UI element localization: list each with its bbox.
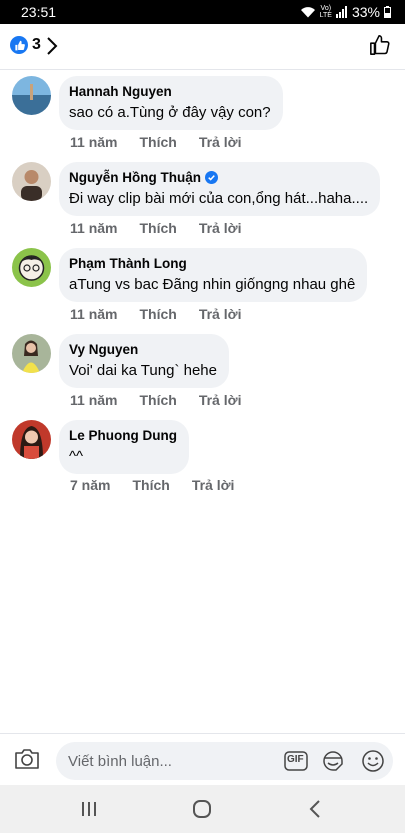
comment-text: Đi way clip bài mới của con,ổng hát...ha… bbox=[69, 190, 369, 207]
avatar[interactable] bbox=[12, 334, 51, 373]
reply-link[interactable]: Trả lời bbox=[199, 392, 242, 408]
comment-time[interactable]: 11 năm bbox=[70, 306, 117, 322]
comment-author-row: Nguyễn Hồng Thuận bbox=[69, 170, 368, 185]
gif-label: GIF bbox=[287, 754, 304, 765]
comment-author[interactable]: Le Phuong Dung bbox=[69, 428, 177, 443]
comment-bubble[interactable]: Phạm Thành Long aTung vs bac Đãng nhin g… bbox=[59, 248, 368, 302]
like-link[interactable]: Thích bbox=[132, 477, 169, 493]
signal-icon bbox=[335, 6, 347, 18]
comment-author[interactable]: Hannah Nguyen bbox=[69, 84, 271, 99]
comment-actions: 11 năm Thích Trả lời bbox=[70, 220, 263, 236]
system-nav-bar bbox=[0, 785, 405, 833]
reply-link[interactable]: Trả lời bbox=[199, 220, 242, 236]
like-count: 3 bbox=[32, 36, 41, 53]
thumbs-up-icon bbox=[10, 36, 28, 54]
emoji-icon[interactable] bbox=[361, 749, 385, 773]
comments-header: 3 bbox=[0, 24, 405, 70]
comment-text: sao có a.Tùng ở đây vậy con? bbox=[69, 104, 271, 121]
like-link[interactable]: Thích bbox=[139, 134, 176, 150]
comment-composer: GIF bbox=[0, 733, 405, 785]
status-icons: Vo) LTE 33% bbox=[300, 4, 391, 20]
network-label: Vo) LTE bbox=[319, 5, 332, 19]
recents-icon[interactable] bbox=[80, 799, 98, 819]
wifi-icon bbox=[300, 7, 315, 18]
like-link[interactable]: Thích bbox=[139, 306, 176, 322]
gif-icon[interactable]: GIF bbox=[284, 751, 308, 776]
status-bar: 23:51 Vo) LTE 33% bbox=[0, 0, 405, 24]
like-link[interactable]: Thích bbox=[139, 220, 176, 236]
avatar[interactable] bbox=[12, 162, 51, 201]
comment-time[interactable]: 11 năm bbox=[70, 220, 117, 236]
avatar[interactable] bbox=[12, 420, 51, 459]
comment-bubble[interactable]: Hannah Nguyen sao có a.Tùng ở đây vậy co… bbox=[59, 76, 283, 130]
avatar[interactable] bbox=[12, 248, 51, 287]
reply-link[interactable]: Trả lời bbox=[199, 306, 242, 322]
reaction-summary[interactable]: 3 bbox=[10, 36, 41, 54]
comment-bubble[interactable]: Le Phuong Dung ^^ bbox=[59, 420, 189, 474]
comment-bubble[interactable]: Vy Nguyen Voi' dai ka Tung` hehe bbox=[59, 334, 229, 388]
chevron-right-icon[interactable] bbox=[46, 36, 58, 56]
reply-link[interactable]: Trả lời bbox=[192, 477, 235, 493]
comment-text: Voi' dai ka Tung` hehe bbox=[69, 362, 217, 379]
comment-actions: 11 năm Thích Trả lời bbox=[70, 134, 263, 150]
home-icon[interactable] bbox=[192, 799, 212, 819]
sticker-icon[interactable] bbox=[321, 749, 345, 773]
battery-percent: 33% bbox=[351, 4, 380, 20]
thumbs-up-outline-icon[interactable] bbox=[369, 34, 391, 56]
camera-icon[interactable] bbox=[14, 748, 40, 770]
back-icon[interactable] bbox=[308, 799, 322, 819]
comment-author[interactable]: Nguyễn Hồng Thuận bbox=[69, 170, 201, 185]
like-link[interactable]: Thích bbox=[139, 392, 176, 408]
avatar[interactable] bbox=[12, 76, 51, 115]
comment-time[interactable]: 7 năm bbox=[70, 477, 110, 493]
comment-time[interactable]: 11 năm bbox=[70, 392, 117, 408]
comment-actions: 11 năm Thích Trả lời bbox=[70, 392, 263, 408]
comment-actions: 7 năm Thích Trả lời bbox=[70, 477, 256, 493]
comment-author[interactable]: Vy Nguyen bbox=[69, 342, 217, 357]
comment-author[interactable]: Phạm Thành Long bbox=[69, 256, 355, 271]
comment-actions: 11 năm Thích Trả lời bbox=[70, 306, 263, 322]
comment-text: ^^ bbox=[69, 448, 84, 465]
comment-time[interactable]: 11 năm bbox=[70, 134, 117, 150]
comment-text: aTung vs bac Đãng nhin giốngng nhau ghê bbox=[69, 276, 356, 293]
reply-link[interactable]: Trả lời bbox=[199, 134, 242, 150]
comment-bubble[interactable]: Nguyễn Hồng Thuận Đi way clip bài mới củ… bbox=[59, 162, 381, 216]
status-time: 23:51 bbox=[21, 4, 57, 20]
verified-badge-icon bbox=[205, 171, 218, 184]
battery-icon bbox=[384, 6, 391, 18]
